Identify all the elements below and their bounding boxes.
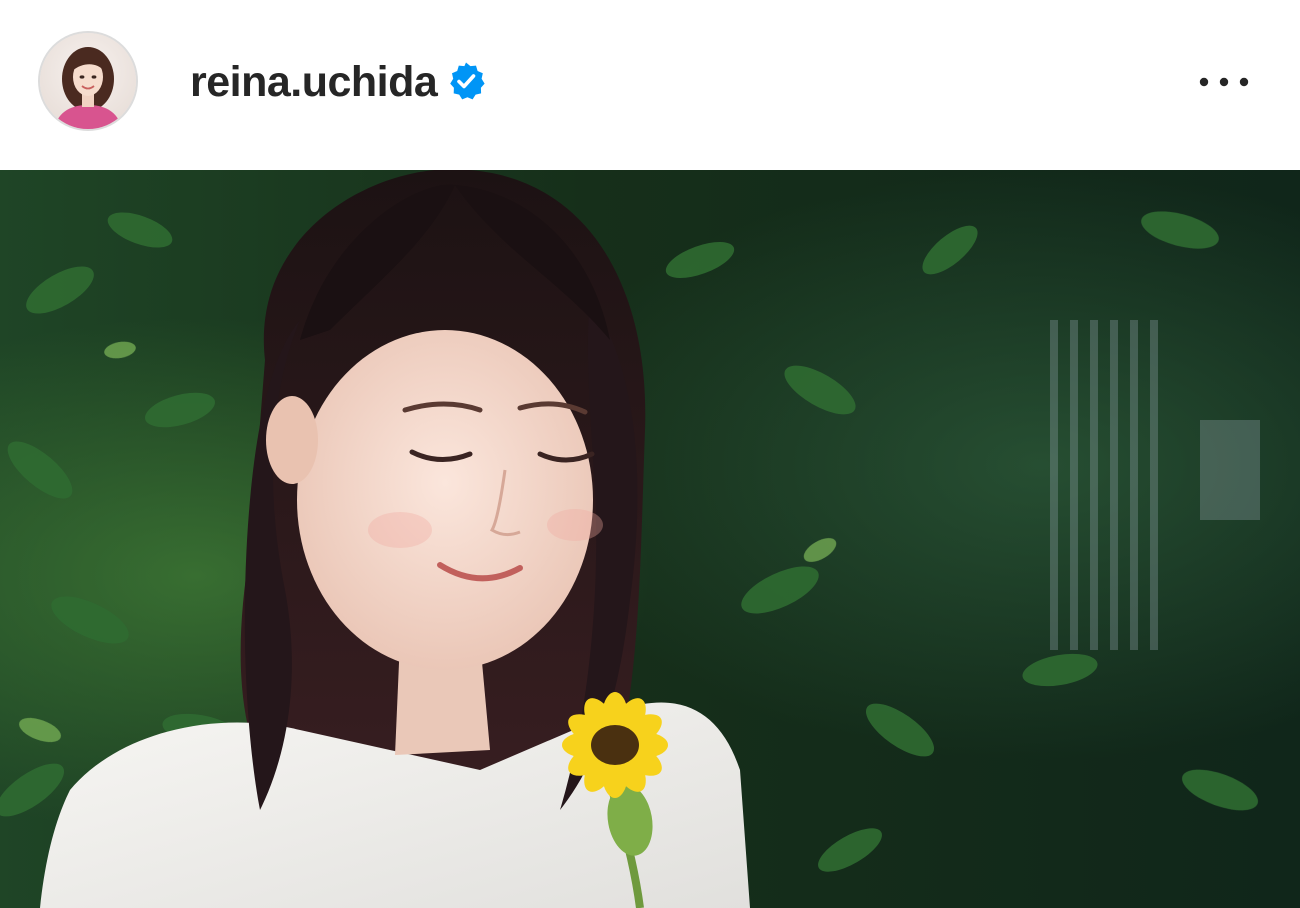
post-photo[interactable] bbox=[0, 170, 1300, 908]
profile-avatar[interactable] bbox=[38, 31, 138, 131]
avatar-image bbox=[40, 33, 136, 129]
verified-badge-icon bbox=[446, 61, 486, 101]
username[interactable]: reina.uchida bbox=[190, 54, 438, 110]
more-options-icon[interactable] bbox=[1190, 62, 1260, 102]
post-image bbox=[0, 170, 1300, 908]
post-header: reina.uchida bbox=[0, 0, 1300, 170]
